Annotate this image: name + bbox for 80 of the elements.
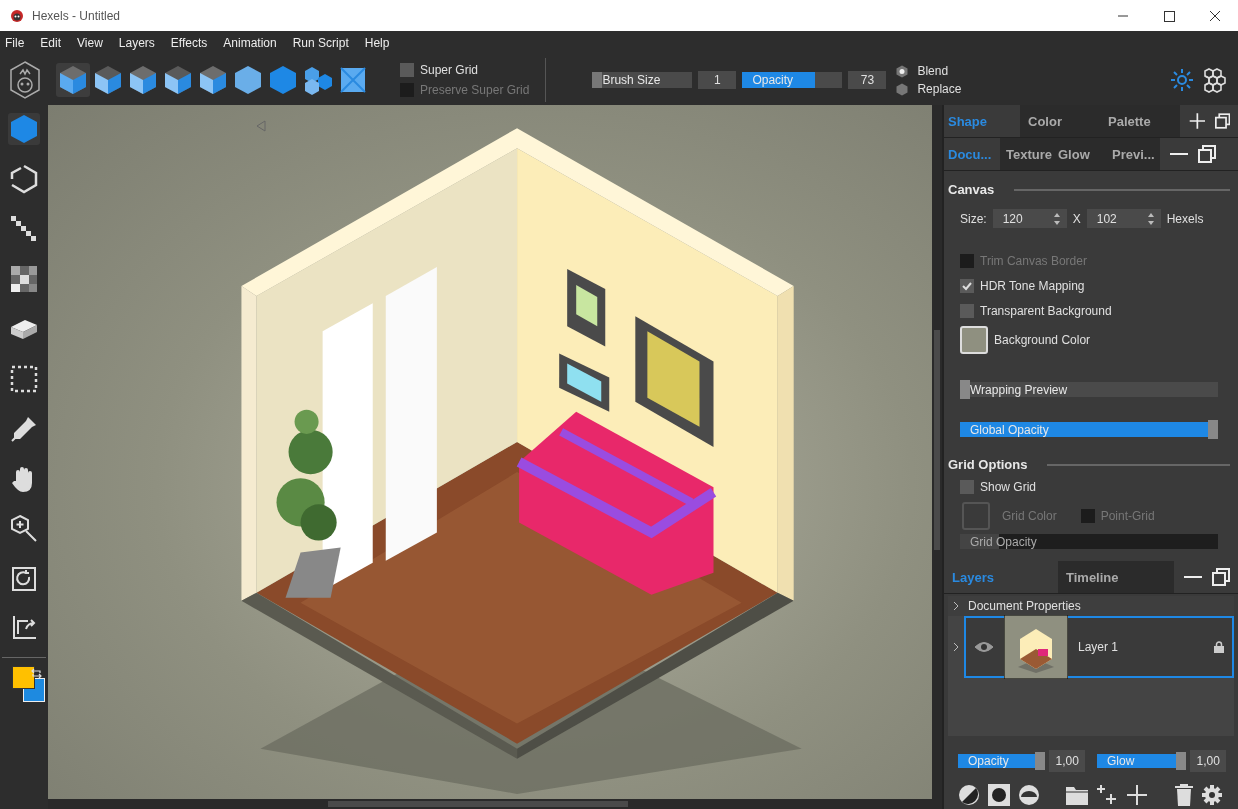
slider[interactable]: Wrapping Preview [960, 382, 1218, 397]
swap-arrows-icon[interactable] [31, 668, 42, 679]
checkbox[interactable] [960, 480, 974, 494]
folder-icon[interactable] [1066, 785, 1088, 805]
chevron-icon[interactable] [952, 642, 960, 652]
layer-row[interactable]: Layer 1 [964, 616, 1234, 678]
checkbox-label: Point-Grid [1100, 509, 1155, 523]
width-spinbox[interactable]: 120 [992, 209, 1067, 228]
layer-name: Layer 1 [1078, 640, 1120, 654]
menu-item[interactable]: Edit [32, 36, 70, 50]
slider-handle[interactable] [1208, 420, 1218, 439]
times-label: X [1072, 211, 1081, 226]
menu-item[interactable]: View [69, 36, 111, 50]
checkbox-label: HDR Tone Mapping [980, 279, 1085, 293]
swatch-label: Grid Color [1002, 509, 1057, 523]
panel-tab[interactable]: Palette [1100, 105, 1180, 137]
checkbox-label: Transparent Background [980, 304, 1112, 318]
hexagon-outline-icon[interactable] [8, 163, 40, 195]
settings-icon[interactable] [1202, 785, 1222, 805]
trash-icon[interactable] [1174, 784, 1194, 806]
menu-item[interactable]: Help [356, 36, 398, 50]
height-spinbox[interactable]: 102 [1086, 209, 1161, 228]
radio-button[interactable] [896, 82, 909, 96]
layer-glow-field[interactable]: 1,00 [1190, 750, 1226, 772]
radio-button[interactable] [896, 64, 909, 78]
brush-size-field[interactable]: 1 [698, 71, 737, 89]
brush-size-slider[interactable]: Brush Size [592, 72, 693, 88]
undock-icon[interactable] [1198, 145, 1216, 163]
section-heading: Canvas [948, 182, 995, 197]
panel-tab[interactable]: Previ... [1108, 138, 1160, 170]
panel-tab[interactable]: Glow [1056, 138, 1108, 170]
checkbox[interactable] [960, 304, 974, 318]
radio-label: Replace [917, 82, 962, 96]
window-title: Hexels - Untitled [32, 8, 121, 23]
menu-item[interactable]: Layers [110, 36, 163, 50]
chevron-icon[interactable] [952, 601, 960, 611]
menu-item[interactable]: Run Script [284, 36, 357, 50]
undock-icon[interactable] [1212, 568, 1230, 586]
section-heading: Grid Options [948, 457, 1028, 472]
color-swatches-icon[interactable] [12, 666, 46, 704]
menu-item[interactable]: Effects [162, 36, 216, 50]
hex-grid-icon[interactable] [1202, 67, 1228, 93]
checker-icon[interactable] [8, 263, 40, 295]
opacity-field[interactable]: 73 [848, 71, 887, 89]
panel-tab[interactable]: Timeline [1058, 561, 1174, 593]
half-circle-icon[interactable] [958, 784, 980, 806]
background-color-swatch[interactable] [960, 326, 988, 354]
menu-item[interactable]: File [5, 36, 33, 50]
checkbox-label: Show Grid [980, 480, 1037, 494]
plus-icon[interactable] [1188, 110, 1207, 132]
slider-handle[interactable] [960, 380, 970, 399]
layer-opacity-field[interactable]: 1,00 [1049, 750, 1085, 772]
unit-label: Hexels [1166, 211, 1204, 226]
panel-tab[interactable]: Color [1020, 105, 1100, 137]
mask-icon[interactable] [988, 784, 1010, 806]
menu-item[interactable]: Animation [215, 36, 285, 50]
checkbox[interactable] [960, 279, 974, 293]
dome-icon[interactable] [1018, 784, 1040, 806]
panel-tab[interactable]: Texture [1000, 138, 1056, 170]
checkbox-label: Super Grid [420, 63, 479, 77]
selection-icon[interactable] [8, 363, 40, 395]
checkbox[interactable] [400, 63, 414, 77]
checkbox-label: Preserve Super Grid [420, 83, 530, 97]
radio-label: Blend [917, 64, 949, 78]
add-multiple-icon[interactable] [1096, 784, 1118, 806]
eye-icon[interactable] [974, 641, 994, 653]
monkey-logo-icon [8, 60, 42, 100]
swatch-label: Background Color [994, 333, 1091, 347]
cube-icon[interactable] [56, 63, 90, 97]
sun-icon[interactable] [1170, 68, 1194, 92]
spin-arrows-icon[interactable] [1052, 211, 1061, 226]
monkey-logo-icon [10, 8, 24, 23]
hexagon-icon[interactable] [8, 113, 40, 145]
lock-icon[interactable] [1214, 641, 1224, 653]
size-label: Size: [960, 211, 987, 226]
layer-thumbnail [1004, 615, 1068, 679]
undock-icon[interactable] [1214, 112, 1230, 130]
plus-icon[interactable] [1126, 784, 1148, 806]
checkbox-label: Trim Canvas Border [980, 254, 1087, 268]
spin-arrows-icon[interactable] [1146, 211, 1155, 226]
